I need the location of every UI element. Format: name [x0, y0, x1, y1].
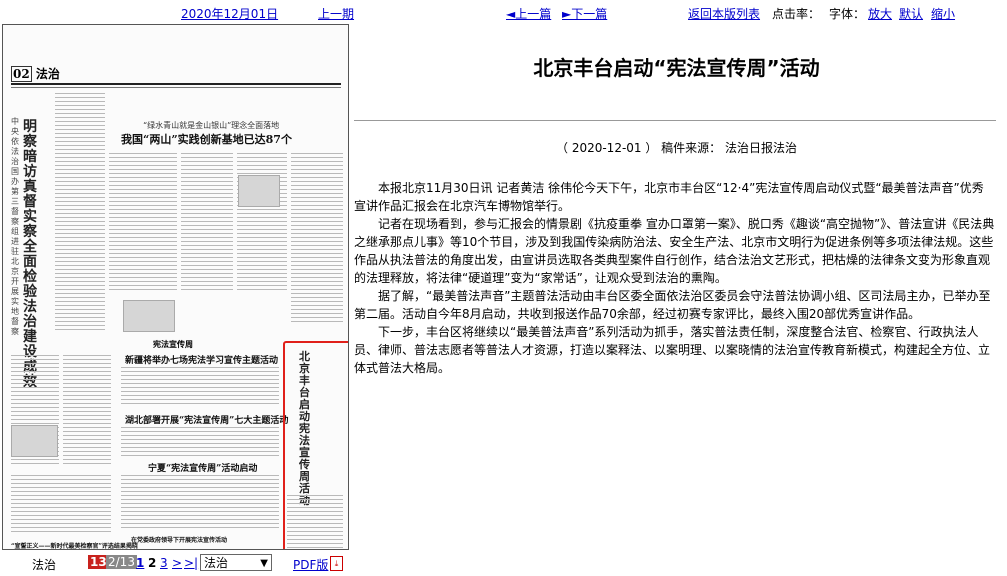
article-body: 本报北京11月30日讯 记者黄洁 徐伟伦今天下午，北京市丰台区“12·4”宪法宣… [354, 179, 995, 377]
current-article-highlight[interactable] [283, 341, 348, 549]
page-number: 02 [11, 66, 32, 82]
click-rate-label: 点击率： [772, 7, 821, 21]
pdf-icon[interactable]: ⤓ [330, 556, 343, 571]
article-paragraph: 本报北京11月30日讯 记者黄洁 徐伟伦今天下午，北京市丰台区“12·4”宪法宣… [354, 181, 984, 213]
text-column [121, 475, 279, 530]
text-column [11, 475, 111, 535]
article-paragraph: 记者在现场看到，参与汇报会的情景剧《抗疫重拳 宣办口罩第一案》、脱口秀《趣谈“高… [354, 217, 995, 285]
prev-article-link[interactable]: ◄上一篇 [506, 5, 551, 22]
page-link-2-current: 2 [148, 556, 157, 570]
article-paragraph: 据了解，“最美普法声音”主题普法活动由丰台区委全面依法治区委员会守法普法协调小组… [354, 289, 991, 321]
prev-issue-link[interactable]: 上一期 [318, 5, 354, 22]
header-rule-thin [11, 87, 341, 88]
font-size-label: 字体： [829, 7, 866, 21]
column-tag: 宪法宣传周 [153, 339, 193, 349]
article-title: 北京丰台启动“宪法宣传周”活动 [533, 56, 820, 80]
font-large-link[interactable]: 放大 [868, 5, 892, 22]
vertical-subline: 中央依法治国办第三督察组进驻北京开展实地督察 [11, 117, 19, 336]
back-to-list-link[interactable]: 返回本版列表 [688, 5, 760, 22]
pdf-link[interactable]: PDF版 [293, 556, 328, 573]
headline-6[interactable]: 在党委政府领导下开展宪法宣传活动 [131, 535, 227, 544]
headline-2[interactable]: 新疆将举办七场宪法学习宣传主题活动 [125, 353, 278, 366]
page-link-3[interactable]: 3 [160, 556, 168, 570]
article-paragraph: 下一步，丰台区将继续以“最美普法声音”系列活动为抓手，落实普法责任制，深度整合法… [354, 325, 991, 375]
text-column [109, 153, 177, 293]
next-page-link[interactable]: > [172, 556, 182, 570]
text-column [181, 153, 233, 293]
vertical-headline[interactable]: 明察暗访真督实察全面检验法治建设成效 [23, 120, 47, 390]
font-small-link[interactable]: 缩小 [931, 5, 955, 22]
page-header: 02 法治 [11, 65, 60, 82]
headline-kicker: “绿水青山就是金山银山”理念全面落地 [143, 121, 280, 130]
photo [11, 425, 58, 457]
title-divider [354, 120, 996, 121]
article-meta: （ 2020-12-01 ） 稿件来源： 法治日报法治 [556, 141, 797, 155]
text-column [291, 153, 343, 323]
text-column [237, 153, 287, 293]
section-select[interactable]: 法治 ▼ [200, 554, 272, 571]
header-rule [11, 83, 341, 85]
chevron-down-icon: ▼ [260, 558, 268, 569]
photo [238, 175, 280, 207]
page-navigation: 法治 13 2/13 1 2 3 > >| 法治 ▼ PDF版 ⤓ [0, 552, 360, 576]
text-column [63, 355, 111, 465]
headline-4[interactable]: 宁夏“宪法宣传周”活动启动 [148, 461, 257, 474]
photo [123, 300, 175, 332]
last-page-link[interactable]: >| [184, 556, 198, 570]
issue-date-link[interactable]: 2020年12月01日 [181, 5, 278, 22]
headline-3[interactable]: 湖北部署开展“宪法宣传周”七大主题活动 [125, 413, 288, 426]
page-section: 法治 [35, 67, 60, 81]
font-default-link[interactable]: 默认 [899, 5, 923, 22]
pager-section-label: 法治 [32, 558, 57, 572]
next-article-link[interactable]: ►下一篇 [562, 5, 607, 22]
total-pages-badge: 2/13 [106, 555, 137, 569]
text-column [121, 367, 279, 407]
headline-main[interactable]: 我国“两山”实践创新基地已达87个 [121, 131, 292, 147]
page-link-1[interactable]: 1 [136, 556, 144, 570]
text-column [121, 427, 279, 457]
section-select-value: 法治 [204, 556, 229, 570]
top-nav-bar: 2020年12月01日 上一期 ◄上一篇 ►下一篇 返回本版列表 点击率： 字体… [0, 0, 1007, 22]
newspaper-page-thumbnail[interactable]: 02 法治 中央依法治国办第三督察组进驻北京开展实地督察 明察暗访真督实察全面检… [2, 24, 349, 550]
headline-5[interactable]: “宣誓正义——新时代最美检察官”评选结果揭晓 [11, 541, 138, 549]
text-column [55, 93, 105, 333]
